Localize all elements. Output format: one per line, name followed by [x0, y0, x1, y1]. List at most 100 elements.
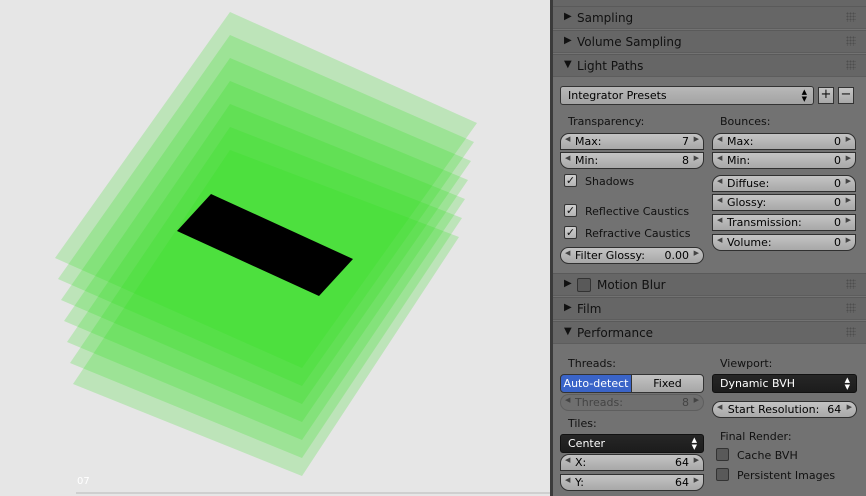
persistent-images-checkbox[interactable] — [716, 468, 729, 481]
field-value: 64 — [827, 403, 842, 416]
viewport-bvh-menu[interactable]: Dynamic BVH ▲ ▼ — [712, 374, 857, 393]
panel-title: Film — [577, 302, 602, 316]
decrement-arrow-icon[interactable]: ◀ — [717, 236, 722, 244]
decrement-arrow-icon[interactable]: ◀ — [565, 456, 570, 464]
panel-header-volume-sampling[interactable]: ▶ Volume Sampling — [553, 30, 866, 53]
panel-header-motion-blur[interactable]: ▶ Motion Blur — [553, 273, 866, 296]
panel-header-sampling[interactable]: ▶ Sampling — [553, 6, 866, 29]
increment-arrow-icon[interactable]: ▶ — [694, 135, 699, 143]
expand-triangle-icon: ▶ — [564, 278, 572, 289]
collapse-triangle-icon: ▼ — [564, 326, 572, 337]
decrement-arrow-icon[interactable]: ◀ — [565, 135, 570, 143]
decrement-arrow-icon[interactable]: ◀ — [717, 135, 722, 143]
decrement-arrow-icon[interactable]: ◀ — [717, 403, 722, 411]
threads-label: Threads: — [568, 357, 616, 370]
integrator-presets-menu[interactable]: Integrator Presets ▲ ▼ — [560, 86, 814, 105]
decrement-arrow-icon[interactable]: ◀ — [717, 177, 722, 185]
field-name: Max: — [727, 135, 754, 148]
render-properties-panel: ▶ Sampling ▶ Volume Sampling ▼ Light Pat… — [553, 0, 866, 496]
auto-detect-threads-toggle[interactable]: Auto-detect — [560, 374, 632, 393]
field-value: 0 — [834, 196, 841, 209]
field-name: Max: — [575, 135, 602, 148]
decrement-arrow-icon[interactable]: ◀ — [565, 249, 570, 257]
increment-arrow-icon[interactable]: ▶ — [846, 177, 851, 185]
threads-count-field: ◀ Threads: 8 ▶ — [560, 394, 704, 411]
bounces-transmission-field[interactable]: ◀ Transmission: 0 ▶ — [712, 214, 856, 231]
field-value: 64 — [675, 476, 689, 489]
panel-header-performance[interactable]: ▼ Performance — [553, 321, 866, 344]
increment-arrow-icon[interactable]: ▶ — [846, 236, 851, 244]
render-viewport[interactable]: 07 — [0, 0, 551, 496]
field-name: Glossy: — [727, 196, 767, 209]
decrement-arrow-icon[interactable]: ◀ — [717, 154, 722, 162]
increment-arrow-icon[interactable]: ▶ — [847, 403, 852, 411]
field-value: 8 — [682, 396, 689, 409]
drag-grip-icon[interactable] — [846, 36, 856, 46]
menu-label: Dynamic BVH — [720, 377, 796, 390]
increment-arrow-icon[interactable]: ▶ — [846, 135, 851, 143]
viewport-scrollbar[interactable] — [76, 492, 551, 494]
field-name: Start Resolution: — [727, 403, 820, 416]
decrement-arrow-icon[interactable]: ◀ — [565, 154, 570, 162]
increment-arrow-icon[interactable]: ▶ — [694, 456, 699, 464]
bounces-diffuse-field[interactable]: ◀ Diffuse: 0 ▶ — [712, 175, 856, 192]
tile-x-field[interactable]: ◀ X: 64 ▶ — [560, 454, 704, 471]
field-name: Diffuse: — [727, 177, 770, 190]
increment-arrow-icon[interactable]: ▶ — [846, 196, 851, 204]
drag-grip-icon[interactable] — [846, 327, 856, 337]
decrement-arrow-icon[interactable]: ◀ — [717, 216, 722, 224]
start-resolution-field[interactable]: ◀ Start Resolution: 64 ▶ — [712, 401, 857, 418]
refractive-caustics-checkbox[interactable]: ✓ — [564, 226, 577, 239]
field-value: 0 — [834, 135, 841, 148]
field-value: 8 — [682, 154, 689, 167]
increment-arrow-icon: ▶ — [693, 396, 699, 404]
decrement-arrow-icon[interactable]: ◀ — [717, 196, 722, 204]
increment-arrow-icon[interactable]: ▶ — [694, 249, 699, 257]
tiles-label: Tiles: — [568, 417, 597, 430]
tile-y-field[interactable]: ◀ Y: 64 ▶ — [560, 474, 704, 491]
decrement-arrow-icon[interactable]: ◀ — [565, 476, 570, 484]
bounces-max-field[interactable]: ◀ Max: 0 ▶ — [712, 133, 856, 150]
increment-arrow-icon[interactable]: ▶ — [846, 216, 851, 224]
increment-arrow-icon[interactable]: ▶ — [846, 154, 851, 162]
panel-header-film[interactable]: ▶ Film — [553, 297, 866, 320]
field-value: 0 — [834, 154, 841, 167]
increment-arrow-icon[interactable]: ▶ — [694, 476, 699, 484]
transparency-min-field[interactable]: ◀ Min: 8 ▶ — [560, 152, 704, 169]
expand-triangle-icon: ▶ — [564, 302, 572, 313]
panel-header-light-paths[interactable]: ▼ Light Paths — [553, 54, 866, 77]
drag-grip-icon[interactable] — [846, 12, 856, 22]
fixed-threads-toggle[interactable]: Fixed — [631, 374, 704, 393]
transparency-max-field[interactable]: ◀ Max: 7 ▶ — [560, 133, 704, 150]
bounces-glossy-field[interactable]: ◀ Glossy: 0 ▶ — [712, 194, 856, 211]
field-value: 7 — [682, 135, 689, 148]
motion-blur-checkbox[interactable] — [577, 278, 591, 292]
reflective-caustics-checkbox[interactable]: ✓ — [564, 204, 577, 217]
cache-bvh-checkbox[interactable] — [716, 448, 729, 461]
add-preset-button[interactable]: + — [818, 87, 834, 104]
expand-triangle-icon: ▶ — [564, 35, 572, 46]
shadows-checkbox[interactable]: ✓ — [564, 174, 577, 187]
filter-glossy-field[interactable]: ◀ Filter Glossy: 0.00 ▶ — [560, 247, 704, 264]
field-name: Threads: — [575, 396, 623, 409]
increment-arrow-icon[interactable]: ▶ — [694, 154, 699, 162]
drag-grip-icon[interactable] — [846, 60, 856, 70]
bounces-min-field[interactable]: ◀ Min: 0 ▶ — [712, 152, 856, 169]
field-value: 0 — [834, 177, 841, 190]
remove-preset-button[interactable]: − — [838, 87, 854, 104]
tiles-order-menu[interactable]: Center ▲ ▼ — [560, 434, 704, 453]
drag-grip-icon[interactable] — [846, 303, 856, 313]
updown-arrows-icon: ▲ ▼ — [801, 88, 807, 103]
updown-arrows-icon: ▲ ▼ — [844, 376, 850, 391]
bounces-volume-field[interactable]: ◀ Volume: 0 ▶ — [712, 234, 856, 251]
bounces-label: Bounces: — [720, 115, 771, 128]
drag-grip-icon[interactable] — [846, 279, 856, 289]
field-value: 0 — [834, 236, 841, 249]
shadows-label: Shadows — [585, 175, 635, 188]
collapse-triangle-icon: ▼ — [564, 59, 572, 70]
frame-number: 07 — [77, 476, 90, 487]
reflective-caustics-label: Reflective Caustics — [585, 205, 690, 218]
refractive-caustics-label: Refractive Caustics — [585, 227, 691, 240]
viewport-label: Viewport: — [720, 357, 773, 370]
panel-title: Motion Blur — [597, 278, 666, 292]
